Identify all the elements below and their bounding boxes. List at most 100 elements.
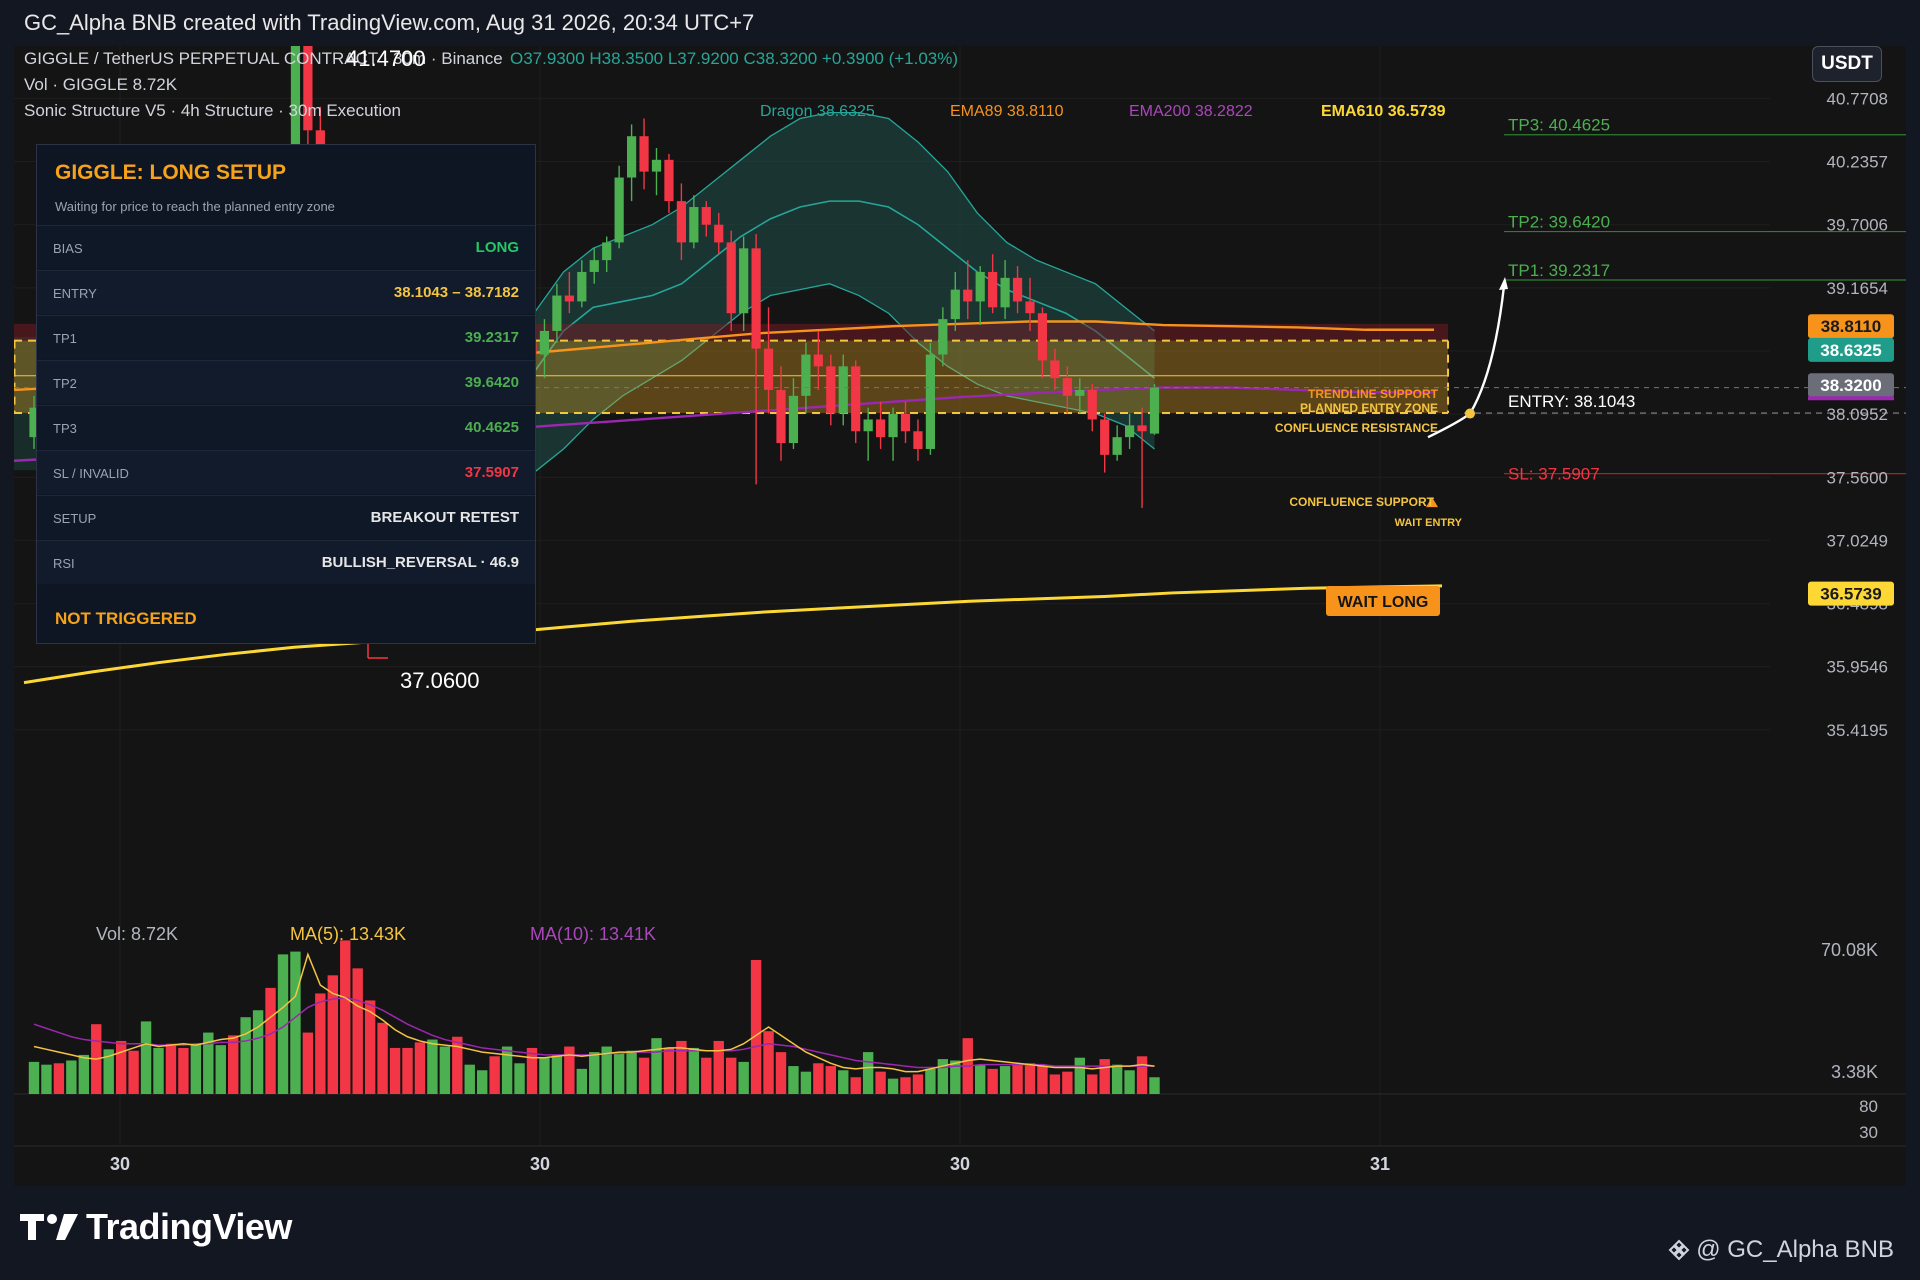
candle-body [689,207,699,243]
candle-body [801,354,811,396]
volume-bar [41,1064,52,1094]
confluence-support-label: CONFLUENCE SUPPORT [1289,495,1434,509]
volume-bar [576,1068,587,1094]
tradingview-logo-icon [20,1214,78,1240]
volume-bar [66,1060,77,1094]
price-axis-tick: 35.4195 [1827,721,1888,740]
tp1-label: TP1: 39.2317 [1508,261,1610,280]
volume-bar [178,1047,189,1094]
volume-bar [763,1031,774,1094]
volume-bar [215,1045,226,1094]
candle-body [751,248,761,349]
volume-bar [464,1064,475,1094]
volume-bar [53,1063,65,1094]
volume-bar [589,1052,600,1094]
candle-body [975,271,985,302]
candle-body [1112,437,1122,455]
candle [925,342,935,455]
volume-bar [775,1052,787,1094]
volume-bar [377,1022,388,1094]
candle-body [776,389,786,444]
candle-body [714,224,724,243]
volume-bar [626,1050,637,1094]
candle-body [938,319,948,355]
candle-body [763,348,774,390]
candle-body [1012,277,1023,302]
volume-bar [987,1068,998,1094]
candle [851,360,861,444]
entry-label: ENTRY: 38.1043 [1508,392,1635,411]
volume-bar [1149,1077,1160,1094]
wait-entry-label: WAIT ENTRY [1395,517,1463,529]
header-title: GC_Alpha BNB created with TradingView.co… [24,10,755,35]
volume-bar [912,1074,924,1094]
candle [1149,384,1160,435]
candle [863,407,873,461]
candle-body [1037,313,1048,361]
candle-body [539,330,550,355]
time-axis-label: 30 [530,1154,550,1174]
tradingview-wordmark: TradingView [86,1206,292,1247]
tradingview-logo[interactable]: TradingView [20,1206,292,1248]
author-name: @ GC_Alpha BNB [1696,1236,1894,1263]
candle [888,407,898,461]
volume-bar [501,1046,513,1094]
high-marker: 41.4700 [346,46,426,71]
panel-subtitle: Waiting for price to reach the planned e… [55,199,335,214]
volume-bar [887,1078,899,1094]
volume-bar [1136,1056,1148,1094]
candle-body [851,366,861,432]
candle-body [552,295,562,331]
quote-currency-button[interactable]: USDT [1812,46,1882,82]
trendline-support-label: TRENDLINE SUPPORT [1308,387,1439,401]
candle-body [963,289,973,302]
panel-row-value: BULLISH_REVERSAL · 46.9 [321,554,519,571]
candle [664,153,674,213]
candle-body [913,431,923,449]
volume-bar [240,1017,251,1094]
volume-bar [389,1047,401,1094]
candle [1112,425,1122,461]
candle-body [1125,425,1135,438]
panel-title: GIGGLE: LONG SETUP [55,161,287,184]
volume-bar [800,1071,812,1094]
volume-bar [1049,1074,1061,1094]
volume-bar [477,1070,488,1094]
legend-ohlc: O37.9300 H38.3500 L37.9200 C38.3200 +0.3… [510,49,958,68]
panel-status: NOT TRIGGERED [55,609,197,628]
volume-bar [613,1053,625,1094]
candle-body [950,289,960,320]
projection-arrowhead [1499,276,1508,290]
volume-bar [252,1010,264,1094]
candle-body [726,242,736,314]
candle-body [614,177,624,243]
price-axis-tick: 40.7708 [1827,89,1888,108]
panel-row-key: RSI [53,556,75,571]
candle-body [1075,389,1085,396]
tp2-label: TP2: 39.6420 [1508,213,1610,232]
volume-bar [28,1061,40,1094]
volume-bar [452,1036,463,1094]
dragon-label: Dragon 38.6325 [760,103,875,120]
rsi-axis-low: 30 [1859,1123,1878,1142]
volume-bar [862,1052,874,1094]
volume-bars [28,940,1160,1094]
setup-panel: GIGGLE: LONG SETUP Waiting for price to … [36,144,536,644]
volume-bar [750,959,762,1094]
volume-bar [352,968,363,1094]
author-credit[interactable]: @ GC_Alpha BNB [1668,1236,1894,1264]
sl-label: SL: 37.5907 [1508,465,1600,484]
volume-bar [165,1043,177,1094]
volume-bar [1111,1064,1123,1094]
volume-bar [439,1046,451,1094]
time-axis-label: 30 [950,1154,970,1174]
volume-bar [489,1056,500,1094]
candle [627,124,637,202]
volume-bar [514,1063,525,1094]
volume-bar [850,1077,861,1094]
panel-row-bias: BIAS LONG [37,225,535,269]
volume-bar [340,940,351,1094]
candle-body [676,201,686,243]
candle [639,118,649,190]
panel-row-value: 40.4625 [464,419,519,436]
